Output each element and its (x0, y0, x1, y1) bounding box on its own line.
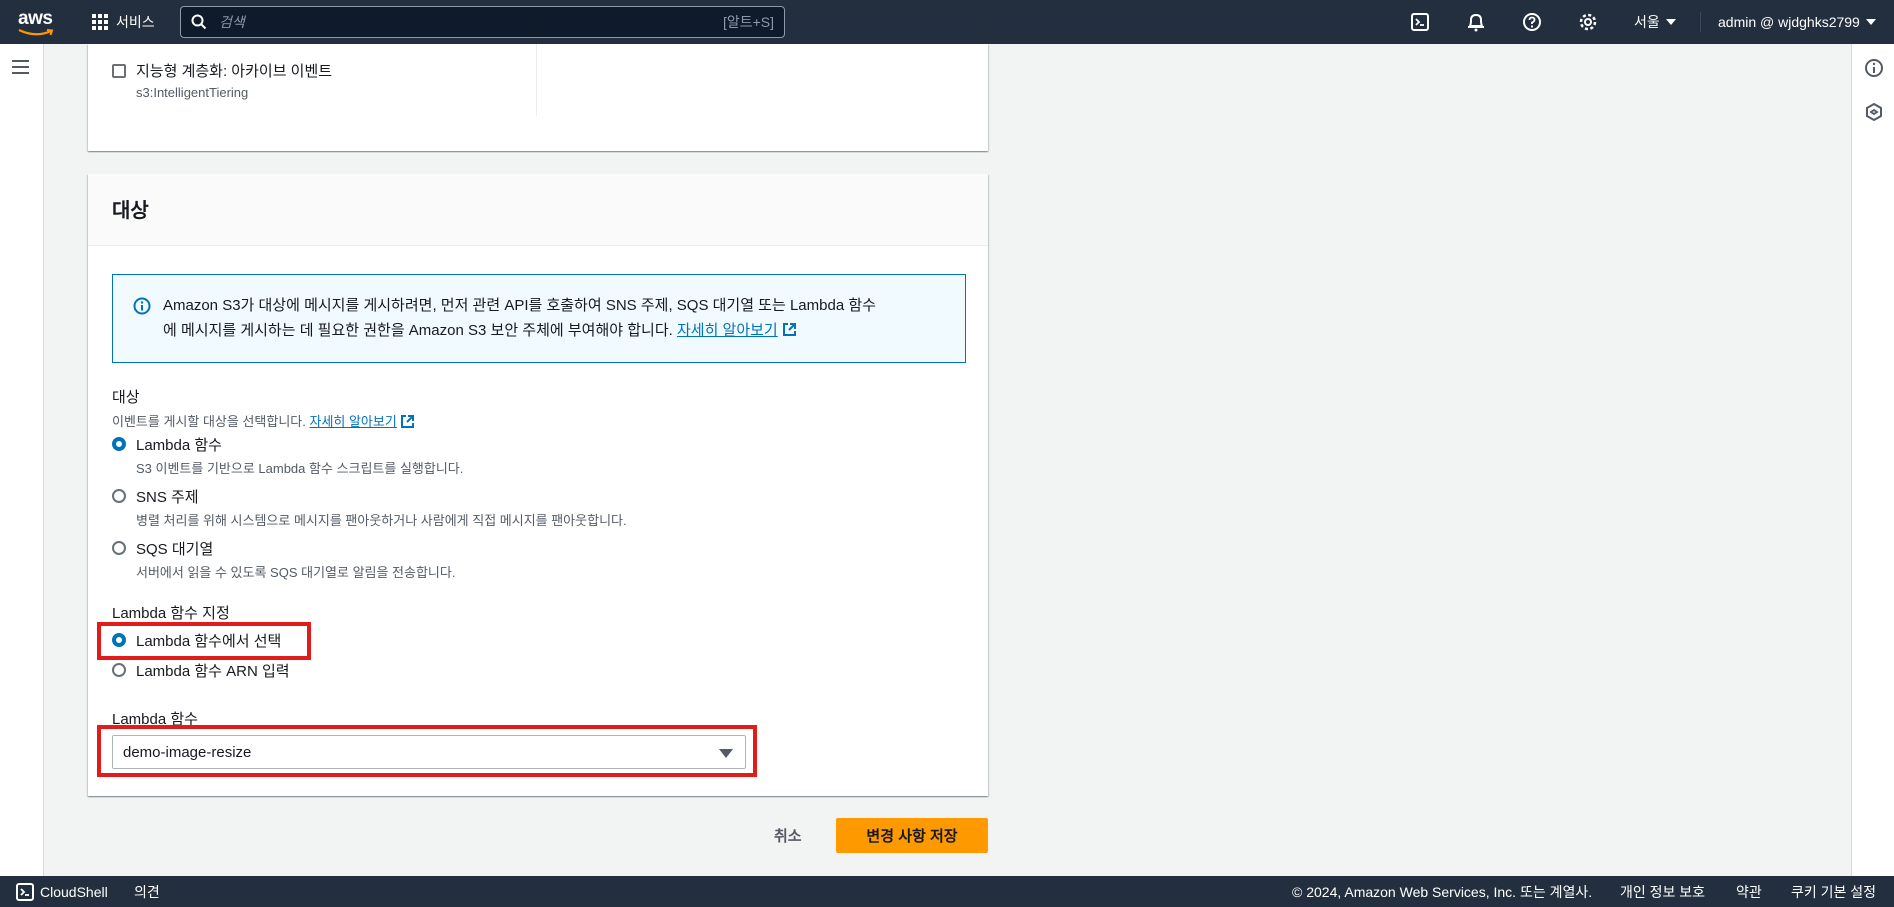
footer: CloudShell 의견 © 2024, Amazon Web Service… (0, 876, 1894, 907)
sns-radio[interactable] (112, 489, 126, 503)
cancel-button[interactable]: 취소 (760, 818, 816, 852)
column-divider (536, 44, 537, 116)
nav-divider (1700, 12, 1701, 32)
destination-label: 대상 (112, 389, 140, 406)
lambda-radio[interactable] (112, 437, 126, 451)
copyright-text: © 2024, Amazon Web Services, Inc. 또는 계열사… (1292, 883, 1593, 900)
chevron-down-icon (1865, 19, 1876, 25)
cookie-preferences-link[interactable]: 쿠키 기본 설정 (1791, 876, 1876, 907)
destination-section: 대상 이벤트를 게시할 대상을 선택합니다. 자세히 알아보기 (112, 386, 415, 430)
option-desc: 서버에서 읽을 수 있도록 SQS 대기열로 알림을 전송합니다. (136, 565, 456, 580)
settings-icon[interactable] (1578, 12, 1598, 32)
permissions-info-alert: Amazon S3가 대상에 메시지를 게시하려면, 먼저 관련 API를 호출… (112, 274, 966, 363)
learn-more-link[interactable]: 자세히 알아보기 (677, 322, 778, 339)
privacy-link[interactable]: 개인 정보 보호 (1620, 876, 1705, 907)
event-types-panel: 지능형 계층화: 아카이브 이벤트 s3:IntelligentTiering (88, 44, 988, 151)
intelligent-tiering-label: 지능형 계층화: 아카이브 이벤트 (136, 63, 333, 80)
region-label: 서울 (1634, 14, 1660, 30)
account-menu[interactable]: admin @ wjdghks2799 (1718, 0, 1876, 44)
destination-header: 대상 (88, 174, 988, 246)
destination-desc: 이벤트를 게시할 대상을 선택합니다. (112, 414, 306, 429)
highlight-box-lambda-select-option (97, 622, 311, 660)
option-desc: S3 이벤트를 기반으로 Lambda 함수 스크립트를 실행합니다. (136, 461, 464, 476)
left-side-rail (0, 44, 44, 876)
hamburger-menu-icon[interactable] (12, 60, 29, 78)
external-link-icon (782, 323, 796, 336)
learn-more-link-2[interactable]: 자세히 알아보기 (309, 414, 396, 429)
search-icon (191, 14, 207, 30)
info-text-line-1: Amazon S3가 대상에 메시지를 게시하려면, 먼저 관련 API를 호출… (163, 297, 876, 314)
aws-logo[interactable]: aws (18, 8, 56, 36)
aws-smile-icon (18, 29, 54, 36)
search-shortcut-hint: [알트+S] (722, 14, 774, 30)
destination-option-lambda[interactable]: Lambda 함수 S3 이벤트를 기반으로 Lambda 함수 스크립트를 실… (112, 434, 463, 477)
terms-link[interactable]: 약관 (1736, 876, 1762, 907)
cube-icon[interactable] (1864, 102, 1884, 125)
highlight-box-lambda-function (97, 725, 757, 777)
info-icon[interactable] (1864, 58, 1884, 81)
save-changes-button[interactable]: 변경 사항 저장 (836, 818, 988, 853)
bell-icon[interactable] (1466, 12, 1486, 32)
right-side-rail (1851, 44, 1894, 876)
destination-desc-wrap: 이벤트를 게시할 대상을 선택합니다. 자세히 알아보기 (112, 411, 415, 430)
lambda-spec-arn[interactable]: Lambda 함수 ARN 입력 (112, 660, 290, 681)
search-input[interactable]: 검색 [알트+S] (180, 6, 785, 38)
option-label: SNS 주제 (136, 489, 199, 506)
info-text-line-2-wrap: 에 메시지를 게시하는 데 필요한 권한을 Amazon S3 보안 주체에 부… (163, 318, 945, 343)
enter-arn-radio[interactable] (112, 663, 126, 677)
sqs-radio[interactable] (112, 541, 126, 555)
cloudshell-icon (16, 882, 34, 901)
account-label: admin @ wjdghks2799 (1718, 14, 1860, 30)
option-label: SQS 대기열 (136, 541, 214, 558)
info-text-line-2: 에 메시지를 게시하는 데 필요한 권한을 Amazon S3 보안 주체에 부… (163, 322, 673, 339)
region-selector[interactable]: 서울 (1634, 0, 1676, 44)
destination-option-sqs[interactable]: SQS 대기열 서버에서 읽을 수 있도록 SQS 대기열로 알림을 전송합니다… (112, 538, 455, 581)
aws-logo-text: aws (18, 8, 53, 29)
destination-option-sns[interactable]: SNS 주제 병렬 처리를 위해 시스템으로 메시지를 팬아웃하거나 사람에게 … (112, 486, 627, 529)
external-link-icon (401, 415, 415, 428)
destination-panel: 대상 Amazon S3가 대상에 메시지를 게시하려면, 먼저 관련 API를… (88, 174, 988, 796)
info-icon (133, 297, 151, 315)
top-navigation: aws 서비스 검색 [알트+S] 서울 admin @ wjdghks2799 (0, 0, 1894, 44)
feedback-link[interactable]: 의견 (134, 876, 160, 907)
option-label: Lambda 함수 ARN 입력 (136, 663, 290, 680)
intelligent-tiering-checkbox[interactable] (112, 64, 126, 78)
lambda-spec-label: Lambda 함수 지정 (112, 605, 230, 622)
option-desc: 병렬 처리를 위해 시스템으로 메시지를 팬아웃하거나 사람에게 직접 메시지를… (136, 513, 627, 528)
services-menu-button[interactable]: 서비스 (92, 0, 155, 44)
cloudshell-button[interactable]: CloudShell (16, 876, 108, 907)
help-icon[interactable] (1522, 12, 1542, 32)
cloudshell-icon[interactable] (1410, 12, 1430, 32)
cloudshell-label: CloudShell (40, 883, 108, 900)
intelligent-tiering-sub: s3:IntelligentTiering (136, 85, 249, 100)
grid-icon (92, 14, 108, 30)
services-label: 서비스 (116, 14, 155, 30)
search-placeholder: 검색 (219, 14, 245, 30)
intelligent-tiering-option[interactable]: 지능형 계층화: 아카이브 이벤트 s3:IntelligentTiering (112, 60, 332, 100)
chevron-down-icon (1665, 19, 1676, 25)
option-label: Lambda 함수 (136, 437, 222, 454)
